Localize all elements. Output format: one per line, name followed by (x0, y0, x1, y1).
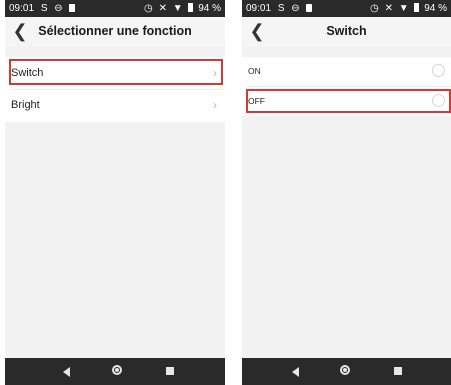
status-bar: 09:01 S ⊖ ◷ ✕ ▼ 94 % (242, 0, 451, 17)
radio-unchecked-icon[interactable] (432, 64, 445, 77)
battery-level: 94 % (198, 3, 221, 14)
list-item-bright[interactable]: Bright › (5, 91, 225, 119)
status-time: 09:01 (246, 3, 272, 14)
switch-options-list: ON OFF (242, 57, 451, 116)
mute-icon: ✕ (384, 3, 393, 14)
app-header: ❮ Switch (242, 17, 451, 46)
chevron-right-icon: › (213, 66, 217, 80)
system-nav-bar (5, 358, 225, 385)
option-off[interactable]: OFF (242, 87, 451, 115)
status-time: 09:01 (9, 3, 35, 14)
status-right: ◷ ✕ ▼ 94 % (144, 0, 221, 17)
divider (11, 89, 225, 90)
wifi-icon: ▼ (172, 3, 183, 14)
phone-screen-select-function: 09:01 S ⊖ ◷ ✕ ▼ 94 % ❮ Sélectionner une … (5, 0, 225, 385)
wifi-icon: ▼ (398, 3, 409, 14)
alarm-icon: ◷ (144, 3, 153, 14)
list-item-switch[interactable]: Switch › (5, 59, 225, 87)
option-label: OFF (248, 96, 265, 106)
option-on[interactable]: ON (242, 57, 451, 85)
alarm-icon: ◷ (370, 3, 379, 14)
list-item-label: Bright (11, 99, 40, 111)
option-label: ON (248, 66, 261, 76)
chevron-right-icon: › (213, 98, 217, 112)
notification-icon (69, 4, 76, 12)
page-title: Sélectionner une fonction (38, 24, 192, 38)
messenger-icon: ⊖ (291, 3, 300, 14)
battery-level: 94 % (424, 3, 447, 14)
page-title: Switch (326, 24, 367, 38)
function-list: Switch › Bright › (5, 57, 225, 122)
battery-icon (188, 3, 194, 12)
nav-home-icon[interactable] (112, 365, 122, 375)
notification-icon (306, 4, 313, 12)
skype-icon: S (277, 3, 285, 14)
nav-back-icon[interactable] (292, 367, 299, 377)
nav-recent-icon[interactable] (166, 367, 174, 375)
mute-icon: ✕ (158, 3, 167, 14)
nav-back-icon[interactable] (63, 367, 70, 377)
skype-icon: S (40, 3, 48, 14)
phone-screen-switch: 09:01 S ⊖ ◷ ✕ ▼ 94 % ❮ Switch ON OFF (242, 0, 451, 385)
status-left: 09:01 S ⊖ (9, 0, 76, 17)
status-bar: 09:01 S ⊖ ◷ ✕ ▼ 94 % (5, 0, 225, 17)
status-left: 09:01 S ⊖ (246, 0, 313, 17)
nav-home-icon[interactable] (340, 365, 350, 375)
radio-unchecked-icon[interactable] (432, 94, 445, 107)
status-right: ◷ ✕ ▼ 94 % (370, 0, 447, 17)
list-item-label: Switch (11, 67, 44, 79)
nav-recent-icon[interactable] (394, 367, 402, 375)
app-header: ❮ Sélectionner une fonction (5, 17, 225, 46)
system-nav-bar (242, 358, 451, 385)
messenger-icon: ⊖ (54, 3, 63, 14)
battery-icon (414, 3, 420, 12)
